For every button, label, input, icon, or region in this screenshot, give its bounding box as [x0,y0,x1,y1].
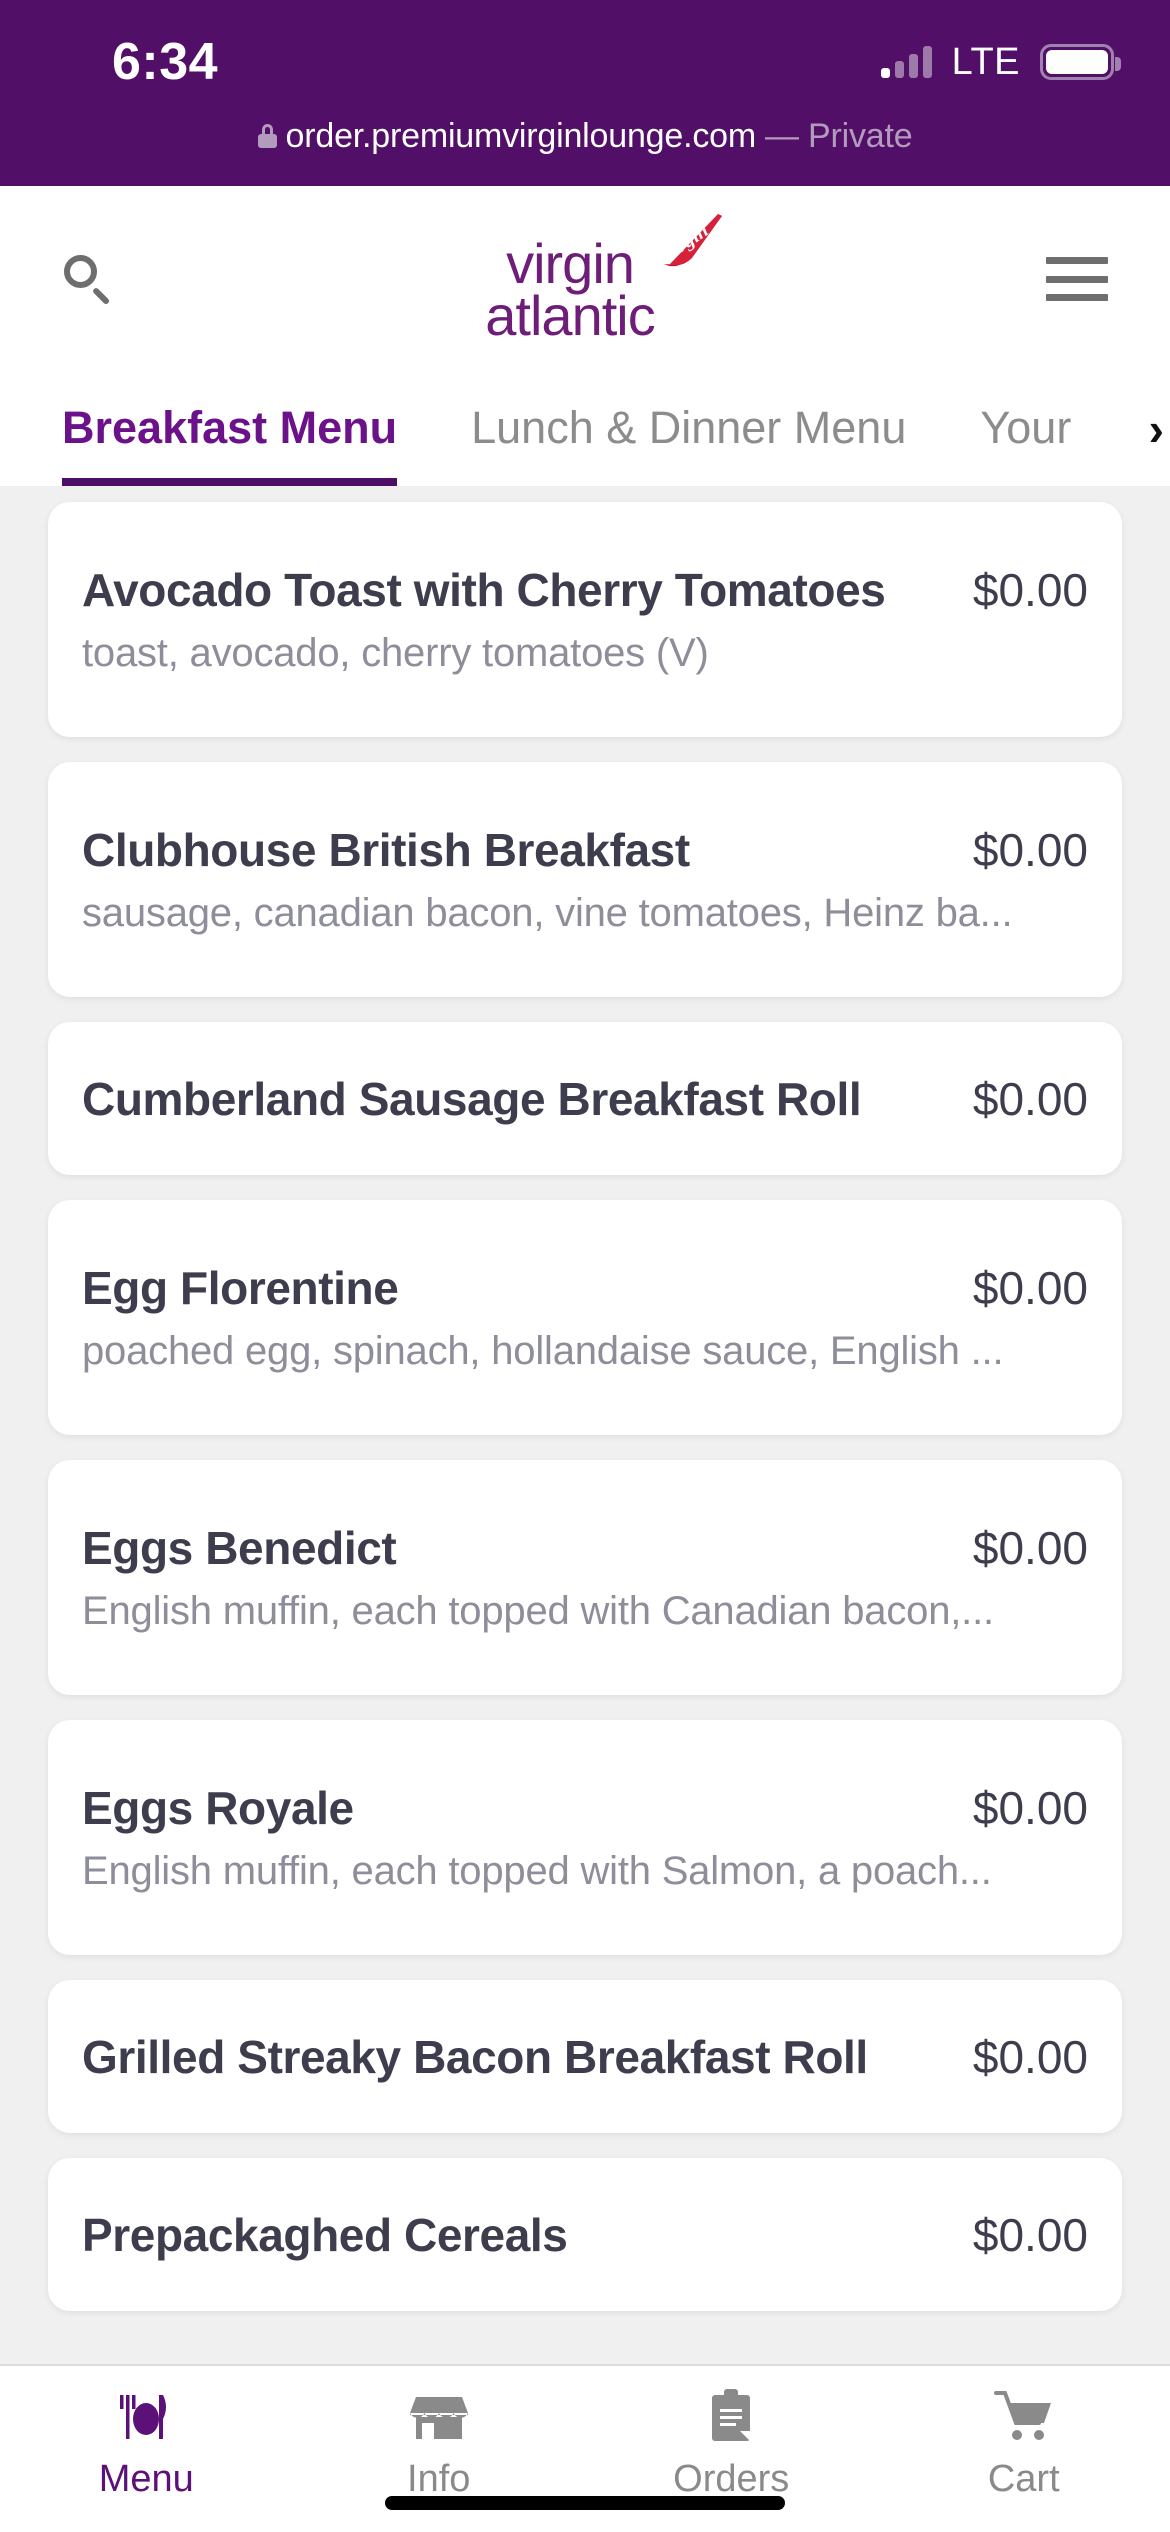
menu-item-header: Grilled Streaky Bacon Breakfast Roll $0.… [82,2030,1088,2084]
hamburger-menu-icon[interactable] [1046,257,1108,301]
status-bar: 6:34 LTE [0,0,1170,108]
menu-item-name: Avocado Toast with Cherry Tomatoes [82,564,886,616]
private-mode-label: — Private [764,116,913,155]
menu-item-description: English muffin, each topped with Canadia… [82,1589,994,1633]
menu-item-name: Prepackaghed Cereals [82,2208,568,2261]
menu-item-card[interactable]: Clubhouse British Breakfast $0.00 sausag… [48,762,1122,997]
home-indicator [385,2496,785,2510]
browser-address-bar[interactable]: order.premiumvirginlounge.com — Private [0,108,1170,164]
logo-line-2: atlantic [485,283,655,347]
nav-label: Orders [673,2458,790,2500]
menu-item-price: $0.00 [972,2030,1088,2083]
nav-item-menu[interactable]: Menu [0,2384,293,2501]
nav-item-info[interactable]: Info [293,2384,586,2501]
tab-breakfast-menu[interactable]: Breakfast Menu [62,372,398,486]
status-time: 6:34 [112,33,219,91]
menu-item-price: $0.00 [972,1262,1088,1314]
phone-screen: 6:34 LTE order.premiumvirginlounge.com —… [0,0,1170,2532]
nav-label: Info [407,2458,471,2500]
menu-item-price: $0.00 [972,1522,1088,1574]
nav-item-orders[interactable]: Orders [585,2384,878,2501]
signal-bars-icon [880,46,932,78]
menu-item-header: Eggs Benedict $0.00 [82,1521,1088,1575]
tab-label: Lunch & Dinner Menu [471,402,907,453]
menu-item-name: Grilled Streaky Bacon Breakfast Roll [82,2030,868,2083]
menu-item-card[interactable]: Avocado Toast with Cherry Tomatoes $0.00… [48,502,1122,737]
battery-full-icon [1040,44,1121,80]
menu-item-header: Avocado Toast with Cherry Tomatoes $0.00 [82,563,1088,617]
status-indicators: LTE [880,40,1121,84]
menu-item-list: Avocado Toast with Cherry Tomatoes $0.00… [0,486,1170,2364]
menu-item-price: $0.00 [972,1072,1088,1125]
menu-item-header: Eggs Royale $0.00 [82,1781,1088,1835]
menu-item-card[interactable]: Eggs Royale $0.00 English muffin, each t… [48,1720,1122,1955]
menu-item-description: poached egg, spinach, hollandaise sauce,… [82,1329,1004,1373]
search-icon[interactable] [62,253,114,306]
virgin-atlantic-wordmark: virgin atlantic [450,236,690,347]
menu-item-name: Egg Florentine [82,1262,399,1314]
menu-item-name: Cumberland Sausage Breakfast Roll [82,1072,862,1125]
menu-item-description: sausage, canadian bacon, vine tomatoes, … [82,891,1013,935]
cutlery-plate-icon [115,2384,177,2448]
menu-item-name: Eggs Royale [82,1782,354,1834]
network-type-label: LTE [951,40,1020,83]
menu-item-card[interactable]: Cumberland Sausage Breakfast Roll $0.00 [48,1022,1122,1175]
menu-item-price: $0.00 [972,1782,1088,1834]
nav-label: Menu [98,2458,194,2500]
menu-item-name: Eggs Benedict [82,1522,397,1574]
tab-label: Breakfast Menu [62,402,398,453]
tab-lunch-dinner-menu[interactable]: Lunch & Dinner Menu [471,372,906,486]
shopping-cart-icon [993,2384,1055,2448]
storefront-icon [408,2384,470,2448]
app-header: Virgin virgin atlantic [0,186,1170,372]
menu-item-price: $0.00 [972,824,1088,876]
chevron-right-icon[interactable]: › [1149,406,1164,452]
browser-chrome: 6:34 LTE order.premiumvirginlounge.com —… [0,0,1170,186]
menu-tabs: Breakfast Menu Lunch & Dinner Menu Your … [0,372,1170,486]
menu-item-description: English muffin, each topped with Salmon,… [82,1849,992,1893]
menu-item-header: Clubhouse British Breakfast $0.00 [82,823,1088,877]
lock-icon [257,124,277,148]
menu-item-price: $0.00 [972,564,1088,616]
menu-item-header: Egg Florentine $0.00 [82,1261,1088,1315]
nav-label: Cart [987,2458,1060,2500]
menu-item-card[interactable]: Egg Florentine $0.00 poached egg, spinac… [48,1200,1122,1435]
address-url: order.premiumvirginlounge.com [285,116,757,155]
menu-item-description: toast, avocado, cherry tomatoes (V) [82,631,709,675]
clipboard-icon [700,2384,762,2448]
tab-label: Your [980,402,1072,453]
menu-item-card[interactable]: Prepackaghed Cereals $0.00 [48,2158,1122,2311]
menu-item-card[interactable]: Eggs Benedict $0.00 English muffin, each… [48,1460,1122,1695]
virgin-atlantic-logo[interactable]: Virgin virgin atlantic [450,214,722,347]
menu-item-price: $0.00 [972,2208,1088,2261]
tab-your[interactable]: Your [980,372,1071,486]
nav-item-cart[interactable]: Cart [878,2384,1170,2501]
menu-item-name: Clubhouse British Breakfast [82,824,690,876]
menu-item-header: Prepackaghed Cereals $0.00 [82,2208,1088,2262]
menu-item-header: Cumberland Sausage Breakfast Roll $0.00 [82,1072,1088,1126]
menu-item-card[interactable]: Grilled Streaky Bacon Breakfast Roll $0.… [48,1980,1122,2133]
